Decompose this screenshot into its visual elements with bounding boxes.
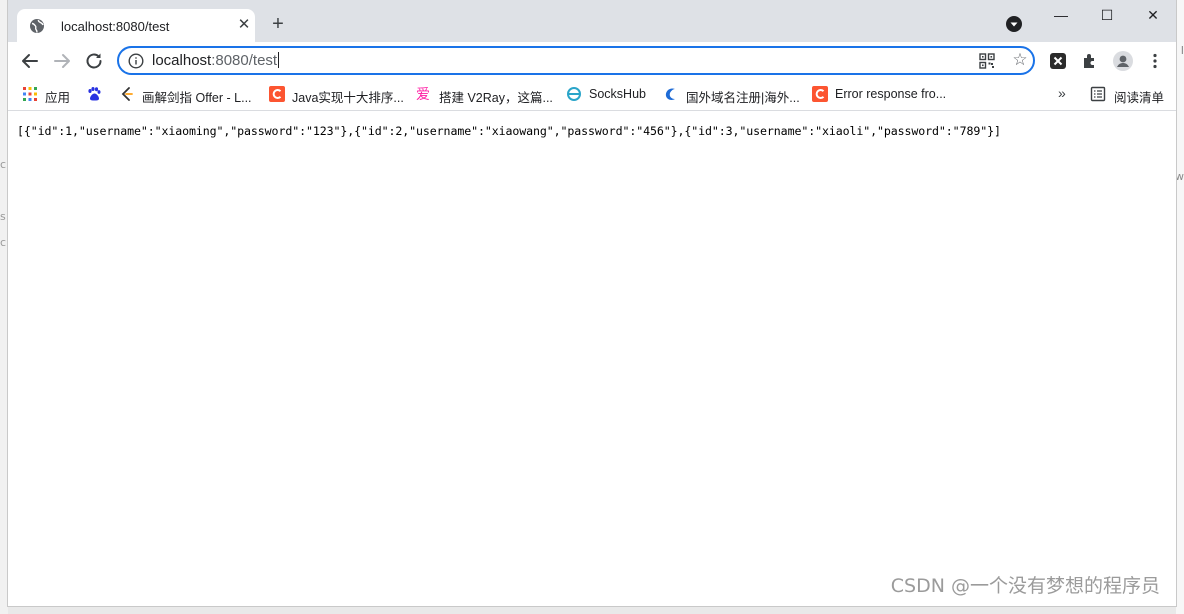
tab-close-icon[interactable]: ✕ [235, 16, 253, 34]
bookmark-label: 国外域名注册|海外... [686, 91, 800, 105]
browser-window: localhost:8080/test ✕ + — ☐ ✕ localhost:… [8, 0, 1176, 606]
back-arrow-icon[interactable] [18, 49, 42, 73]
bookmark-label: 画解剑指 Offer - L... [142, 91, 252, 105]
toolbar: localhost:8080/test ☆ [8, 42, 1176, 80]
tab-search-icon[interactable] [1005, 15, 1023, 33]
qr-code-icon[interactable] [979, 53, 995, 69]
reading-list-icon [1090, 86, 1106, 102]
csdn-icon [269, 86, 285, 102]
bookmark-label: SocksHub [589, 87, 646, 101]
globe-icon [30, 19, 44, 33]
sockshub-icon [567, 87, 581, 101]
bookmark-star-icon[interactable]: ☆ [1011, 51, 1029, 69]
close-window-button[interactable]: ✕ [1130, 0, 1176, 30]
address-text[interactable]: localhost:8080/test [152, 52, 280, 69]
site-info-icon[interactable] [128, 53, 144, 69]
domain-icon [665, 88, 675, 100]
baidu-paw-icon [88, 87, 101, 101]
extensions-puzzle-icon[interactable] [1081, 52, 1099, 70]
edge-fragment: c [0, 236, 7, 249]
bookmarks-overflow-button[interactable]: » [1058, 85, 1066, 101]
tab-strip: localhost:8080/test ✕ + — ☐ ✕ [8, 0, 1176, 42]
page-content: [{"id":1,"username":"xiaoming","password… [8, 111, 1176, 606]
extension-x-icon[interactable] [1049, 52, 1067, 70]
love-icon: 爱 [416, 87, 430, 102]
bookmark-label: 应用 [45, 91, 71, 105]
profile-avatar-icon[interactable] [1113, 51, 1133, 71]
address-bar[interactable]: localhost:8080/test ☆ [117, 46, 1035, 75]
reading-list-label: 阅读清单 [1114, 91, 1165, 105]
csdn-watermark: CSDN @一个没有梦想的程序员 [890, 575, 1160, 597]
url-path: :8080/test [211, 52, 278, 69]
menu-dots-icon[interactable] [1146, 52, 1164, 70]
bookmark-label: Error response fro... [835, 87, 947, 101]
minimize-button[interactable]: — [1038, 0, 1084, 30]
forward-arrow-icon[interactable] [50, 49, 74, 73]
background-window-edge-right: I w [1175, 0, 1184, 614]
reload-icon[interactable] [82, 49, 106, 73]
edge-fragment: s [0, 210, 6, 223]
new-tab-button[interactable]: + [266, 12, 290, 36]
maximize-button[interactable]: ☐ [1084, 0, 1130, 30]
tab-title: localhost:8080/test [61, 19, 170, 34]
bookmark-label: 搭建 V2Ray，这篇... [439, 91, 553, 105]
tab-localhost[interactable]: localhost:8080/test ✕ [17, 9, 255, 42]
bookmark-label: Java实现十大排序... [292, 91, 404, 105]
text-caret [278, 52, 280, 68]
edge-fragment: c [0, 158, 7, 171]
apps-grid-icon [23, 87, 37, 101]
csdn-icon [812, 86, 828, 102]
bookmarks-bar: 应用 画解剑指 Offer - L... Java实现十大排序... 爱 搭建 … [8, 80, 1176, 111]
edge-fragment: w [1175, 170, 1184, 183]
background-window-edge-left: c s c [0, 0, 8, 614]
json-response-text: [{"id":1,"username":"xiaoming","password… [17, 124, 1001, 138]
bookmark-baidu[interactable] [86, 85, 104, 103]
svg-text:爱: 爱 [416, 87, 430, 102]
url-host: localhost [152, 52, 212, 69]
leetcode-icon [121, 87, 133, 101]
